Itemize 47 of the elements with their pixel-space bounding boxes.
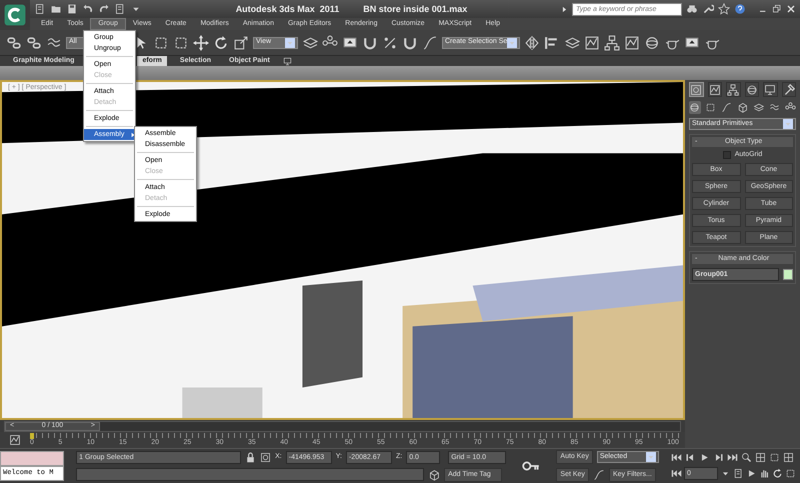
color-swatch[interactable] — [783, 269, 793, 280]
undo-icon[interactable] — [82, 3, 94, 15]
autogrid-checkbox[interactable] — [722, 151, 731, 160]
viewports-icon[interactable] — [782, 452, 794, 463]
render-frame-icon[interactable] — [684, 34, 700, 50]
sphere-icon[interactable] — [644, 34, 660, 50]
tangent-icon[interactable] — [592, 469, 605, 481]
utilities-tab-icon[interactable] — [782, 84, 795, 96]
application-icon[interactable] — [3, 3, 27, 27]
hierarchy-tab-icon[interactable] — [727, 84, 740, 96]
go-to-start-icon[interactable] — [670, 452, 682, 463]
submenu-arrow-icon[interactable] — [130, 132, 136, 138]
current-frame-marker[interactable] — [30, 433, 34, 439]
move-icon[interactable] — [193, 34, 209, 50]
percent-snap-icon[interactable] — [382, 34, 398, 50]
restore-icon[interactable] — [772, 4, 782, 14]
mini-curve-editor-icon[interactable] — [9, 434, 21, 446]
screen-icon[interactable] — [342, 34, 358, 50]
panel-options-icon[interactable] — [282, 56, 292, 66]
file-name: BN store inside 001.max — [363, 4, 468, 14]
mirror-icon[interactable] — [524, 34, 540, 50]
window-crossing-icon[interactable] — [173, 34, 189, 50]
go-to-end-icon[interactable] — [726, 452, 738, 463]
display-tab-icon[interactable] — [764, 84, 776, 96]
scale-icon[interactable] — [233, 34, 249, 50]
save-icon[interactable] — [66, 3, 78, 15]
zoom-icon[interactable] — [740, 452, 752, 463]
redo-icon[interactable] — [98, 3, 110, 15]
rotate-icon[interactable] — [213, 34, 229, 50]
expand-arrow-icon[interactable] — [561, 6, 568, 12]
project-icon[interactable] — [114, 3, 126, 15]
curve-editor-icon[interactable] — [584, 34, 600, 50]
star-icon[interactable] — [718, 3, 730, 15]
binoculars-icon[interactable] — [686, 3, 698, 15]
maxscript-listener-field[interactable] — [0, 451, 64, 466]
chain-link-icon[interactable] — [6, 34, 22, 50]
layers-icon[interactable] — [564, 34, 580, 50]
window-title: Autodesk 3ds Max 2011 — [236, 4, 340, 14]
help-icon[interactable] — [734, 3, 746, 15]
new-file-icon[interactable] — [34, 3, 46, 15]
rectangle-selection-icon[interactable] — [153, 34, 169, 50]
previous-frame-icon[interactable] — [684, 452, 696, 463]
broken-chain-icon[interactable] — [26, 34, 42, 50]
close-icon[interactable] — [786, 4, 796, 14]
schematic-icon[interactable] — [604, 34, 620, 50]
folder-icon[interactable] — [50, 3, 62, 15]
selection-lock-icon[interactable] — [245, 452, 256, 462]
